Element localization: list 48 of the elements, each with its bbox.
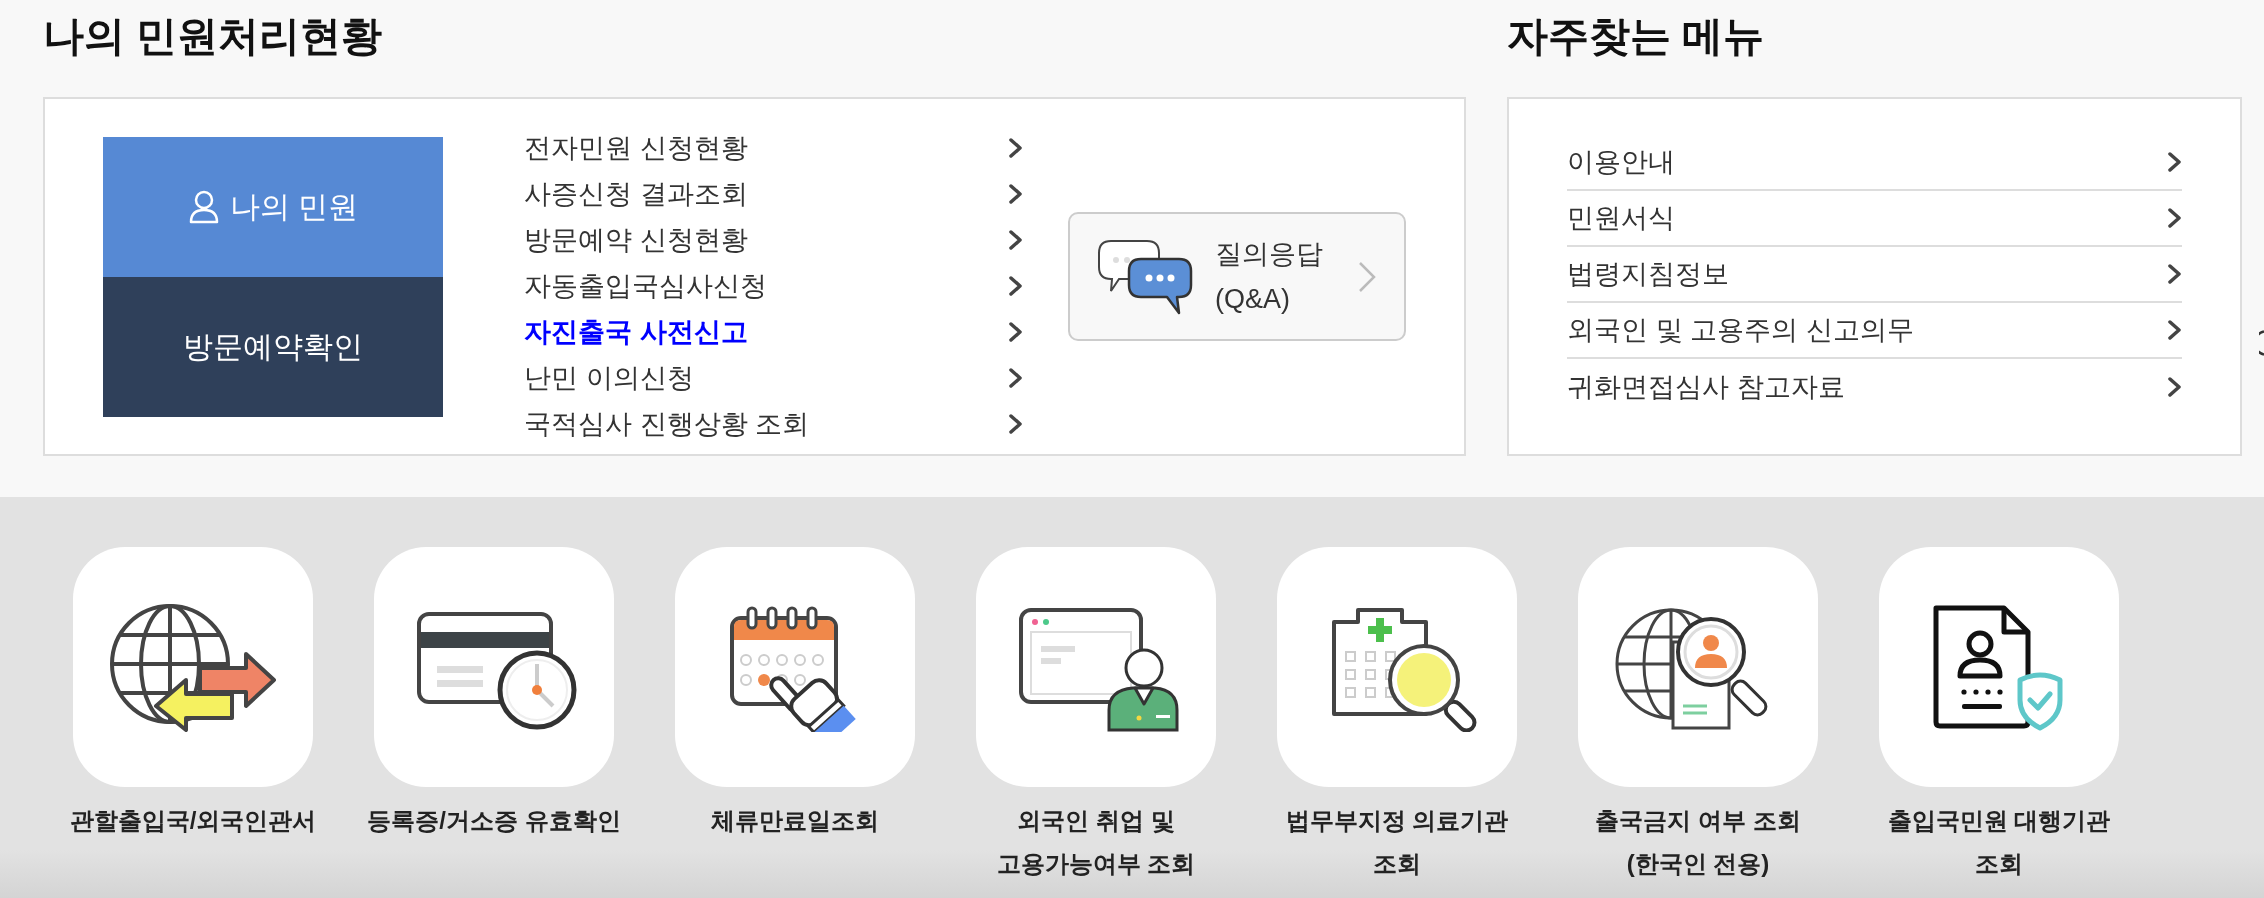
menu-link[interactable]: 국적심사 진행상황 조회 xyxy=(524,401,1023,447)
service-label[interactable]: 출국금지 여부 조회 (한국인 전용) xyxy=(1595,799,1801,885)
service-label[interactable]: 관할출입국/외국인관서 xyxy=(69,799,317,842)
section-title: 나의 민원처리현황 xyxy=(43,12,383,60)
section-title: 자주찾는 메뉴 xyxy=(1507,12,1765,60)
menu-link[interactable]: 이용안내 xyxy=(1567,135,2182,191)
service-label[interactable]: 법무부지정 의료기관 조회 xyxy=(1285,799,1509,885)
visit-reservation-button[interactable]: 방문예약확인 xyxy=(103,277,443,417)
chevron-right-icon xyxy=(1009,138,1023,158)
service-label[interactable]: 체류만료일조회 xyxy=(711,799,879,842)
my-petition-button[interactable]: 나의 민원 xyxy=(103,137,443,277)
chevron-right-icon xyxy=(2168,152,2182,172)
circle-edge-icon xyxy=(2259,330,2264,356)
service-tile[interactable] xyxy=(374,547,614,787)
menu-link[interactable]: 법령지침정보 xyxy=(1567,247,2182,303)
globe-arrows-icon xyxy=(108,602,278,732)
service-tile[interactable] xyxy=(1277,547,1517,787)
chevron-right-icon xyxy=(2168,320,2182,340)
qna-button[interactable]: 질의응답 (Q&A) xyxy=(1068,212,1406,341)
chevron-right-icon xyxy=(2168,377,2182,397)
chevron-right-icon xyxy=(1358,260,1376,293)
chevron-right-icon xyxy=(1009,414,1023,434)
menu-link[interactable]: 자진출국 사전신고 xyxy=(524,309,1023,355)
service-tile[interactable] xyxy=(73,547,313,787)
service-label[interactable]: 외국인 취업 및 고용가능여부 조회 xyxy=(996,799,1196,885)
service-tile[interactable] xyxy=(1879,547,2119,787)
chevron-right-icon xyxy=(2168,208,2182,228)
chevron-right-icon xyxy=(1009,230,1023,250)
menu-link[interactable]: 민원서식 xyxy=(1567,191,2182,247)
menu-link[interactable]: 전자민원 신청현황 xyxy=(524,125,1023,171)
menu-link[interactable]: 난민 이의신청 xyxy=(524,355,1023,401)
chevron-right-icon xyxy=(1009,184,1023,204)
menu-link[interactable]: 사증신청 결과조회 xyxy=(524,171,1023,217)
menu-link[interactable]: 자동출입국심사신청 xyxy=(524,263,1023,309)
menu-link[interactable]: 귀화면접심사 참고자료 xyxy=(1567,359,2182,415)
menu-link[interactable]: 외국인 및 고용주의 신고의무 xyxy=(1567,303,2182,359)
service-tile[interactable] xyxy=(976,547,1216,787)
service-tile[interactable] xyxy=(1578,547,1818,787)
service-tile[interactable] xyxy=(675,547,915,787)
person-icon xyxy=(187,190,220,224)
service-label[interactable]: 등록증/거소증 유효확인 xyxy=(367,799,621,842)
menu-link[interactable]: 방문예약 신청현황 xyxy=(524,217,1023,263)
chevron-right-icon xyxy=(2168,264,2182,284)
chevron-right-icon xyxy=(1009,368,1023,388)
chevron-right-icon xyxy=(1009,322,1023,342)
service-label[interactable]: 출입국민원 대행기관 조회 xyxy=(1887,799,2111,885)
chat-bubbles-icon xyxy=(1097,238,1193,315)
chevron-right-icon xyxy=(1009,276,1023,296)
